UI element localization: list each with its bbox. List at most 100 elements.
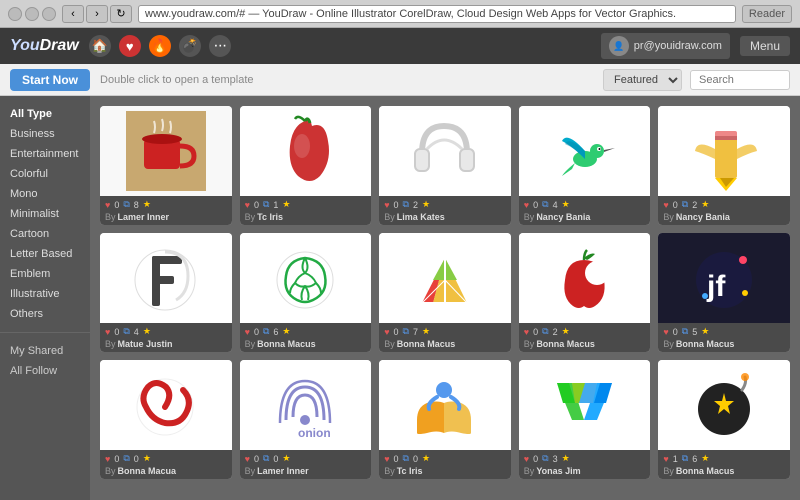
like-icon: ♥ xyxy=(524,200,529,210)
template-card[interactable]: ♥ 0 ⧉ 0 ★ By Tc Iris xyxy=(379,360,511,479)
forward-button[interactable]: › xyxy=(86,5,108,23)
card-footer: ♥ 0 ⧉ 4 ★ By Matue Justin xyxy=(100,323,232,352)
card-footer-content: ♥ 1 ⧉ 6 ★ By Bonna Macus xyxy=(663,453,785,476)
card-footer: ♥ 0 ⧉ 5 ★ By Bonna Macus xyxy=(658,323,790,352)
sidebar-item-mono[interactable]: Mono xyxy=(0,184,90,204)
sidebar-item-others[interactable]: Others xyxy=(0,304,90,324)
start-button[interactable]: Start Now xyxy=(10,69,90,91)
sidebar-item-entertainment[interactable]: Entertainment xyxy=(0,144,90,164)
browser-chrome: ‹ › ↻ www.youdraw.com/# — YouDraw - Onli… xyxy=(0,0,800,28)
by-label: By xyxy=(245,466,256,476)
like-count: 0 xyxy=(114,454,119,464)
sidebar-item-emblem[interactable]: Emblem xyxy=(0,264,90,284)
template-card[interactable]: ♥ 0 ⧉ 7 ★ By Bonna Macus xyxy=(379,233,511,352)
template-card[interactable]: ♥ 0 ⧉ 1 ★ By Tc Iris xyxy=(240,106,372,225)
template-card[interactable]: ♥ 0 ⧉ 2 ★ By Nancy Bania xyxy=(658,106,790,225)
user-badge[interactable]: 👤 pr@youidraw.com xyxy=(601,33,730,59)
card-author: Lamer Inner xyxy=(257,466,309,476)
sidebar-divider xyxy=(0,332,90,333)
like-icon: ♥ xyxy=(524,454,529,464)
max-btn[interactable] xyxy=(42,7,56,21)
card-author: Lima Kates xyxy=(397,212,445,222)
card-footer: ♥ 0 ⧉ 0 ★ By Tc Iris xyxy=(379,450,511,479)
card-stats: ♥ 0 ⧉ 6 ★ xyxy=(245,326,367,337)
close-btn[interactable] xyxy=(8,7,22,21)
min-btn[interactable] xyxy=(25,7,39,21)
bomb-icon[interactable]: 💣 xyxy=(179,35,201,57)
copy-icon: ⧉ xyxy=(263,199,269,210)
card-by: By Lamer Inner xyxy=(105,212,227,222)
search-input[interactable] xyxy=(690,70,790,90)
card-image xyxy=(658,106,790,196)
sidebar-item-letter[interactable]: Letter Based xyxy=(0,244,90,264)
by-label: By xyxy=(663,212,674,222)
sidebar-item-myshared[interactable]: My Shared xyxy=(0,341,90,361)
card-stats: ♥ 0 ⧉ 3 ★ xyxy=(524,453,646,464)
sidebar-item-colorful[interactable]: Colorful xyxy=(0,164,90,184)
copy-count: 6 xyxy=(692,454,697,464)
card-image xyxy=(519,106,651,196)
template-card[interactable]: ♥ 0 ⧉ 3 ★ By Yonas Jim xyxy=(519,360,651,479)
reader-button[interactable]: Reader xyxy=(742,5,792,23)
card-footer-content: ♥ 0 ⧉ 5 ★ By Bonna Macus xyxy=(663,326,785,349)
star-icon: ★ xyxy=(701,326,709,337)
card-stats: ♥ 0 ⧉ 2 ★ xyxy=(384,199,506,210)
card-footer: ♥ 0 ⧉ 8 ★ By Lamer Inner xyxy=(100,196,232,225)
copy-count: 3 xyxy=(553,454,558,464)
heart-icon[interactable]: ♥ xyxy=(119,35,141,57)
star-icon: ★ xyxy=(562,453,570,464)
copy-icon: ⧉ xyxy=(403,326,409,337)
more-icon[interactable]: ··· xyxy=(209,35,231,57)
like-icon: ♥ xyxy=(524,327,529,337)
app-logo[interactable]: YouDraw xyxy=(10,37,79,55)
fire-icon[interactable]: 🔥 xyxy=(149,35,171,57)
template-card[interactable]: ♥ 0 ⧉ 0 ★ By Bonna Macua xyxy=(100,360,232,479)
like-icon: ♥ xyxy=(245,200,250,210)
template-card[interactable]: ♥ 0 ⧉ 6 ★ By Bonna Macus xyxy=(240,233,372,352)
like-count: 0 xyxy=(673,200,678,210)
card-author: Nancy Bania xyxy=(676,212,730,222)
toolbar-hint: Double click to open a template xyxy=(100,74,253,86)
like-count: 0 xyxy=(533,200,538,210)
by-label: By xyxy=(384,212,395,222)
card-image xyxy=(379,106,511,196)
card-image xyxy=(100,106,232,196)
copy-count: 8 xyxy=(134,200,139,210)
card-footer-content: ♥ 0 ⧉ 1 ★ By Tc Iris xyxy=(245,199,367,222)
template-card[interactable]: ♥ 1 ⧉ 6 ★ By Bonna Macus xyxy=(658,360,790,479)
refresh-button[interactable]: ↻ xyxy=(110,5,132,23)
card-image xyxy=(519,360,651,450)
by-label: By xyxy=(245,339,256,349)
copy-icon: ⧉ xyxy=(403,199,409,210)
template-card[interactable]: ♥ 0 ⧉ 4 ★ By Nancy Bania xyxy=(519,106,651,225)
card-footer-content: ♥ 0 ⧉ 6 ★ By Bonna Macus xyxy=(245,326,367,349)
copy-icon: ⧉ xyxy=(123,326,129,337)
card-image xyxy=(658,360,790,450)
address-bar[interactable]: www.youdraw.com/# — YouDraw - Online Ill… xyxy=(138,5,736,23)
like-icon: ♥ xyxy=(663,454,668,464)
like-icon: ♥ xyxy=(245,454,250,464)
sidebar-item-allfollow[interactable]: All Follow xyxy=(0,361,90,381)
card-footer-content: ♥ 0 ⧉ 0 ★ By Bonna Macua xyxy=(105,453,227,476)
sidebar-item-cartoon[interactable]: Cartoon xyxy=(0,224,90,244)
home-icon[interactable]: 🏠 xyxy=(89,35,111,57)
by-label: By xyxy=(663,339,674,349)
like-icon: ♥ xyxy=(105,454,110,464)
template-card[interactable]: onion ♥ 0 ⧉ 0 ★ By Lamer Inner xyxy=(240,360,372,479)
menu-button[interactable]: Menu xyxy=(740,36,790,56)
template-card[interactable]: ♥ 0 ⧉ 2 ★ By Bonna Macus xyxy=(519,233,651,352)
template-card[interactable]: jf ♥ 0 ⧉ 5 ★ By xyxy=(658,233,790,352)
template-card[interactable]: ♥ 0 ⧉ 8 ★ By Lamer Inner xyxy=(100,106,232,225)
svg-text:onion: onion xyxy=(298,426,331,440)
template-card[interactable]: ♥ 0 ⧉ 2 ★ By Lima Kates xyxy=(379,106,511,225)
sidebar-item-illustrative[interactable]: Illustrative xyxy=(0,284,90,304)
copy-count: 6 xyxy=(273,327,278,337)
sidebar-item-alltype[interactable]: All Type xyxy=(0,104,90,124)
template-card[interactable]: ♥ 0 ⧉ 4 ★ By Matue Justin xyxy=(100,233,232,352)
copy-icon: ⧉ xyxy=(542,453,548,464)
featured-select[interactable]: Featured Latest Popular xyxy=(603,69,682,91)
star-icon: ★ xyxy=(562,199,570,210)
sidebar-item-minimalist[interactable]: Minimalist xyxy=(0,204,90,224)
sidebar-item-business[interactable]: Business xyxy=(0,124,90,144)
back-button[interactable]: ‹ xyxy=(62,5,84,23)
